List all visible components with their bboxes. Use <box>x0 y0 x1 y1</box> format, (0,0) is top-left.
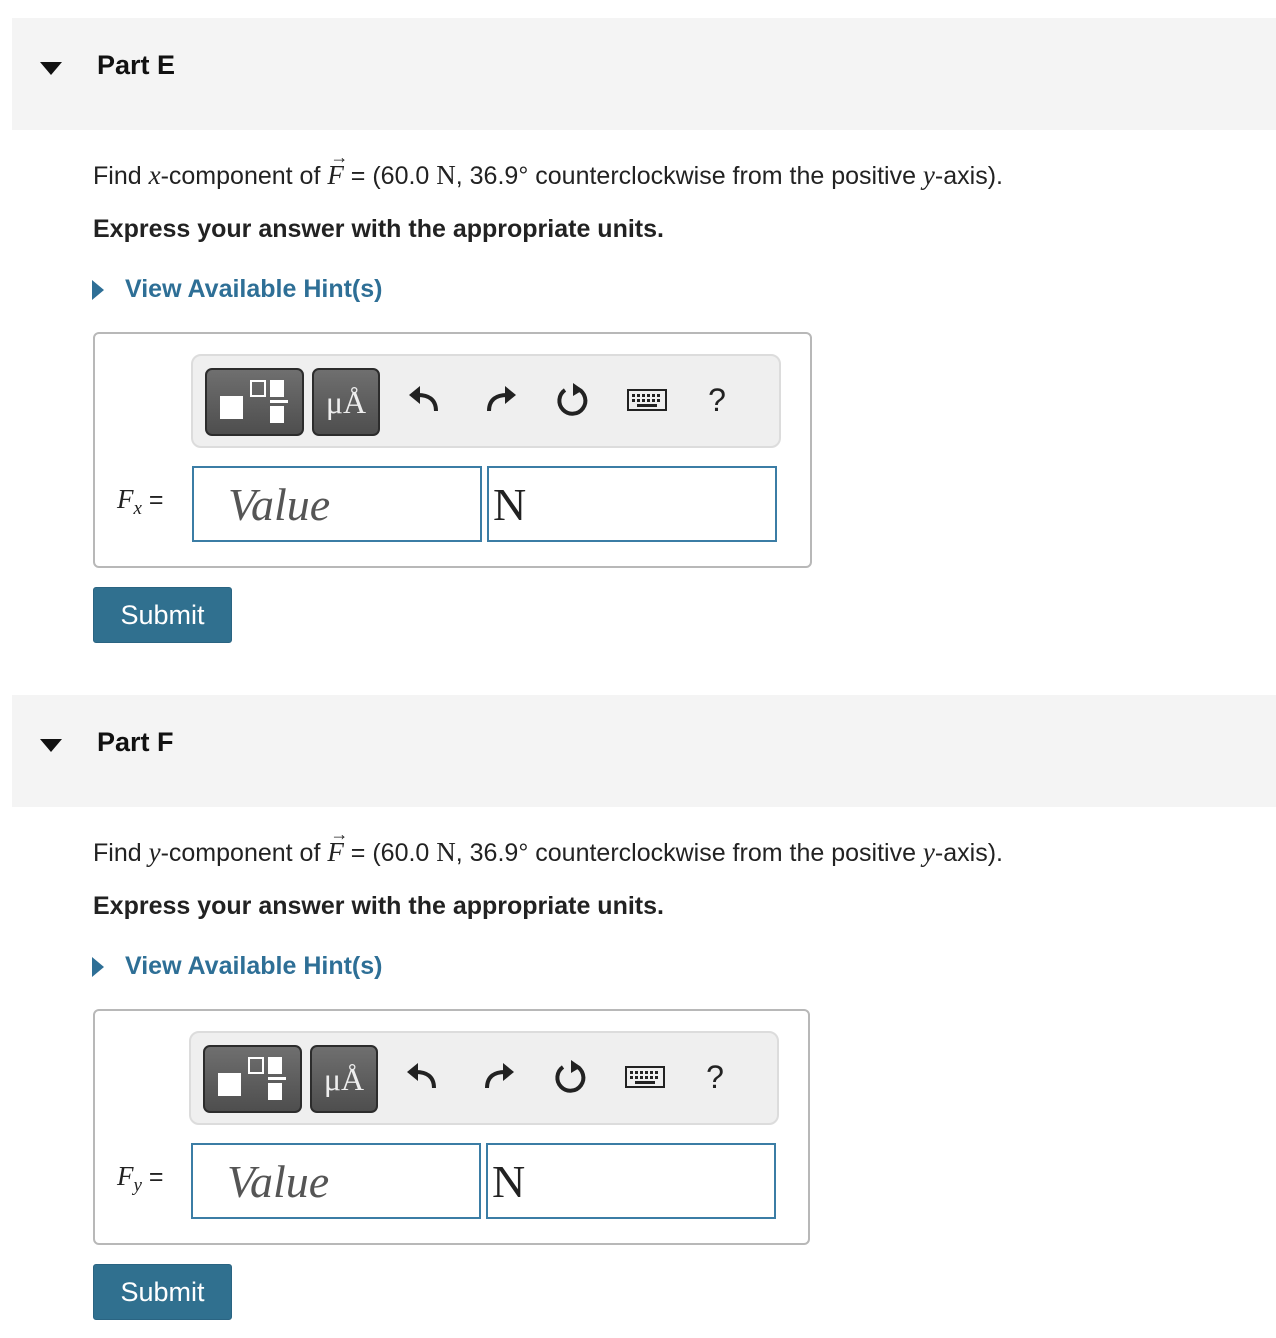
variable-sub: x <box>133 498 142 519</box>
vector-arrow-icon: → <box>330 824 349 844</box>
templates-icon-part <box>270 380 284 397</box>
instruction-text: Express your answer with the appropriate… <box>93 215 664 243</box>
templates-icon-part <box>268 1083 282 1100</box>
unit-input[interactable] <box>486 1143 776 1219</box>
vector-f: → F <box>327 825 348 868</box>
instruction-text: Express your answer with the appropriate… <box>93 892 664 920</box>
units-label: μÅ <box>325 384 367 420</box>
keyboard-icon[interactable] <box>623 1055 667 1099</box>
variable-label: Fy = <box>117 1161 163 1197</box>
caret-down-icon[interactable] <box>40 62 62 75</box>
templates-icon-part <box>268 1077 286 1080</box>
templates-icon-part <box>250 380 266 397</box>
question-mid: -component of <box>160 839 328 867</box>
templates-icon-part <box>268 1057 282 1074</box>
templates-button[interactable] <box>203 1045 302 1113</box>
variable-main: F <box>117 1161 134 1191</box>
units-button[interactable]: μÅ <box>310 1045 378 1113</box>
question-angle: , 36.9° counterclockwise from the positi… <box>455 839 923 867</box>
question-suffix: -axis). <box>934 839 1003 867</box>
undo-icon[interactable] <box>401 1055 445 1099</box>
submit-button[interactable]: Submit <box>93 587 232 643</box>
reset-icon[interactable] <box>548 1055 592 1099</box>
component-var: y <box>148 837 161 867</box>
part-e-header[interactable]: Part E <box>12 18 1276 130</box>
answer-box: μÅ ? Fy = <box>93 1009 810 1245</box>
question-mid: -component of <box>160 162 328 190</box>
question-text: Find y-component of → F = (60.0 N, 36.9° … <box>93 825 1003 868</box>
unit-newton: N <box>436 160 456 190</box>
part-f-section: Part F Find y-component of → F = (60.0 N,… <box>12 695 1276 1335</box>
question-suffix: -axis). <box>934 162 1003 190</box>
units-button[interactable]: μÅ <box>312 368 380 436</box>
part-e-section: Part E Find x-component of → F = (60.0 N,… <box>12 18 1276 678</box>
vector-f: → F <box>327 148 348 191</box>
answer-box: μÅ ? Fx = <box>93 332 812 568</box>
reset-icon[interactable] <box>550 378 594 422</box>
caret-right-icon <box>92 956 104 977</box>
value-input[interactable] <box>192 466 482 542</box>
help-button[interactable]: ? <box>700 1055 730 1099</box>
undo-icon[interactable] <box>403 378 447 422</box>
question-eq: = (60.0 <box>343 839 437 867</box>
view-hints-link[interactable]: View Available Hint(s) <box>92 952 382 981</box>
caret-right-icon <box>92 279 104 300</box>
axis-var: y <box>922 837 935 867</box>
axis-var: y <box>922 160 935 190</box>
redo-icon[interactable] <box>478 378 522 422</box>
question-angle: , 36.9° counterclockwise from the positi… <box>455 162 923 190</box>
part-title: Part E <box>97 50 176 80</box>
question-prefix: Find <box>93 839 149 867</box>
equals-sign: = <box>141 486 164 514</box>
vector-arrow-icon: → <box>330 147 349 167</box>
submit-button[interactable]: Submit <box>93 1264 232 1320</box>
question-text: Find x-component of → F = (60.0 N, 36.9° … <box>93 148 1003 191</box>
templates-icon <box>218 1073 241 1096</box>
variable-main: F <box>117 484 134 514</box>
templates-icon-part <box>248 1057 264 1074</box>
part-title: Part F <box>97 727 174 757</box>
templates-icon-part <box>270 406 284 423</box>
math-toolbar: μÅ ? <box>191 354 781 448</box>
help-button[interactable]: ? <box>702 378 732 422</box>
units-label: μÅ <box>323 1061 365 1097</box>
unit-input[interactable] <box>487 466 777 542</box>
templates-icon <box>220 396 243 419</box>
question-eq: = (60.0 <box>343 162 437 190</box>
variable-label: Fx = <box>117 484 163 520</box>
templates-icon-part <box>270 400 288 403</box>
hint-label: View Available Hint(s) <box>125 275 383 303</box>
variable-sub: y <box>133 1175 142 1196</box>
unit-newton: N <box>436 837 456 867</box>
templates-button[interactable] <box>205 368 304 436</box>
keyboard-icon[interactable] <box>625 378 669 422</box>
view-hints-link[interactable]: View Available Hint(s) <box>92 275 382 304</box>
value-input[interactable] <box>191 1143 481 1219</box>
caret-down-icon[interactable] <box>40 739 62 752</box>
question-prefix: Find <box>93 162 149 190</box>
hint-label: View Available Hint(s) <box>125 952 383 980</box>
component-var: x <box>148 160 161 190</box>
redo-icon[interactable] <box>476 1055 520 1099</box>
part-f-header[interactable]: Part F <box>12 695 1276 807</box>
equals-sign: = <box>141 1163 164 1191</box>
math-toolbar: μÅ ? <box>189 1031 779 1125</box>
